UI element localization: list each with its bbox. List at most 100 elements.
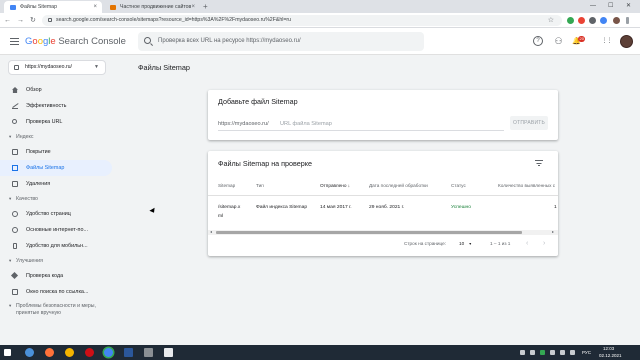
column-header-last-read[interactable]: Дата последней обработки bbox=[369, 182, 428, 190]
cell-submitted: 14 мая 2017 г. bbox=[320, 205, 352, 210]
extension-icon[interactable] bbox=[578, 17, 585, 24]
rows-per-page-select[interactable]: 10 ▼ bbox=[459, 240, 472, 248]
sitemap-url-field[interactable]: https://mydaoseo.ru/ URL файла Sitemap bbox=[218, 117, 504, 131]
next-page-button[interactable]: › bbox=[543, 240, 545, 247]
network-icon[interactable] bbox=[560, 350, 565, 355]
tray-icon[interactable] bbox=[530, 350, 535, 355]
sort-arrow-icon: ↓ bbox=[347, 183, 351, 188]
sitemap-icon bbox=[12, 165, 18, 171]
clock-date[interactable]: 02.12.2021 bbox=[599, 353, 622, 359]
divider bbox=[208, 195, 558, 196]
avatar[interactable] bbox=[620, 35, 633, 48]
windows-start-icon[interactable] bbox=[4, 349, 11, 356]
add-sitemap-title: Добавьте файл Sitemap bbox=[218, 97, 298, 106]
reload-button[interactable]: ↻ bbox=[30, 15, 36, 26]
cell-sitemap: /sitemap.x bbox=[218, 205, 241, 210]
input-language[interactable]: РУС bbox=[582, 345, 591, 360]
caret-down-icon: ▼ bbox=[94, 64, 99, 70]
cell-sitemap-cont: ml bbox=[218, 214, 224, 219]
sidebar-item-sitelinks-searchbox[interactable]: Окно поиска по ссылка... bbox=[0, 284, 112, 300]
back-button[interactable]: ← bbox=[4, 15, 11, 26]
sidebar-item-removals[interactable]: Удаления bbox=[0, 176, 112, 192]
chrome-icon[interactable] bbox=[104, 348, 113, 357]
maximize-button[interactable]: ☐ bbox=[608, 0, 613, 12]
search-console-logo[interactable]: Google Search Console bbox=[25, 35, 126, 48]
url-inspection-search[interactable]: Проверка всех URL на ресурсе https://myd… bbox=[138, 32, 424, 51]
firefox-icon[interactable] bbox=[45, 348, 54, 357]
sidebar-section-index[interactable]: ▾ Индекс bbox=[0, 130, 112, 144]
tray-icon[interactable] bbox=[520, 350, 525, 355]
column-header-submitted[interactable]: Отправлено ↓ bbox=[320, 182, 350, 190]
close-tab-icon[interactable]: × bbox=[93, 1, 97, 13]
sidebar-item-overview[interactable]: Обзор bbox=[0, 82, 112, 98]
app-icon[interactable] bbox=[164, 348, 173, 357]
close-tab-icon[interactable]: × bbox=[191, 1, 195, 13]
sidebar-section-security[interactable]: ▾ Проблемы безопасности и меры, принятые… bbox=[0, 300, 112, 320]
sidebar-item-core-web-vitals[interactable]: Основные интернет-по... bbox=[0, 222, 112, 238]
tab-seo[interactable]: Частное продвижение сайтов × bbox=[104, 1, 200, 13]
caret-down-icon: ▾ bbox=[9, 134, 12, 139]
site-favicon-icon bbox=[110, 4, 116, 10]
gsc-favicon-icon bbox=[10, 4, 16, 10]
opera-icon[interactable] bbox=[85, 348, 94, 357]
help-icon[interactable]: ? bbox=[533, 36, 543, 46]
yandex-icon[interactable] bbox=[65, 348, 74, 357]
sidebar-item-performance[interactable]: Эффективность bbox=[0, 98, 112, 114]
url-text[interactable]: search.google.com/search-console/sitemap… bbox=[56, 15, 536, 26]
tab-label: Частное продвижение сайтов bbox=[120, 4, 192, 10]
tray-icon[interactable] bbox=[540, 350, 545, 355]
column-header-sitemap[interactable]: Sitemap bbox=[218, 182, 235, 190]
tab-sitemaps[interactable]: Файлы Sitemap × bbox=[4, 1, 102, 13]
column-header-type[interactable]: Тип bbox=[256, 182, 264, 190]
minimize-button[interactable]: — bbox=[590, 0, 596, 12]
caret-down-icon: ▾ bbox=[9, 258, 12, 263]
close-window-button[interactable]: ✕ bbox=[626, 0, 631, 12]
previous-page-button[interactable]: ‹ bbox=[526, 240, 528, 247]
extension-icon[interactable] bbox=[589, 17, 596, 24]
sitemap-url-prefix: https://mydaoseo.ru/ bbox=[218, 121, 269, 127]
speed-icon bbox=[12, 227, 18, 233]
app-icon[interactable] bbox=[144, 348, 153, 357]
submit-button[interactable]: ОТПРАВИТЬ bbox=[510, 116, 548, 130]
forward-button[interactable]: → bbox=[17, 15, 24, 26]
extension-icon[interactable] bbox=[567, 17, 574, 24]
filter-icon[interactable] bbox=[535, 160, 543, 166]
sidebar-item-mobile-usability[interactable]: Удобство для мобильн... bbox=[0, 238, 112, 254]
users-icon[interactable]: ⚇ bbox=[553, 36, 564, 47]
word-icon[interactable] bbox=[124, 348, 133, 357]
file-icon bbox=[12, 149, 18, 155]
cell-type: Файл индекса Sitemap bbox=[256, 205, 308, 210]
cell-status: Успешно bbox=[451, 205, 471, 210]
omnibox[interactable]: search.google.com/search-console/sitemap… bbox=[42, 15, 562, 26]
submitted-sitemaps-title: Файлы Sitemap на проверке bbox=[218, 159, 313, 168]
sidebar-section-enhancements[interactable]: ▾ Улучшения bbox=[0, 254, 112, 268]
scrollbar-thumb[interactable] bbox=[216, 231, 522, 234]
sidebar-section-quality[interactable]: ▾ Качество bbox=[0, 192, 112, 206]
search-icon bbox=[144, 37, 151, 44]
app-icon[interactable] bbox=[25, 348, 34, 357]
apps-grid-icon[interactable]: ⋮⋮ bbox=[601, 36, 613, 47]
sidebar-item-coverage[interactable]: Покрытие bbox=[0, 144, 112, 160]
clock-time[interactable]: 12:03 bbox=[603, 346, 614, 352]
property-selector[interactable]: https://mydaoseo.ru/ ▼ bbox=[8, 60, 106, 75]
extension-icon[interactable] bbox=[600, 17, 607, 24]
search-placeholder: Проверка всех URL на ресурсе https://myd… bbox=[158, 38, 301, 44]
sidebar-item-sitemaps[interactable]: Файлы Sitemap bbox=[0, 160, 112, 176]
menu-icon[interactable] bbox=[626, 17, 629, 24]
new-tab-button[interactable]: + bbox=[203, 0, 208, 13]
scroll-left-icon[interactable]: ◂ bbox=[210, 229, 212, 235]
hamburger-menu-icon[interactable] bbox=[10, 38, 19, 45]
bookmark-star-icon[interactable]: ☆ bbox=[548, 15, 554, 26]
column-header-discovered[interactable]: Количество выявленных с bbox=[498, 182, 555, 190]
page-title: Файлы Sitemap bbox=[138, 63, 190, 72]
sidebar-item-url-inspection[interactable]: Проверка URL bbox=[0, 114, 112, 130]
lock-icon bbox=[48, 18, 52, 22]
volume-icon[interactable] bbox=[570, 350, 575, 355]
tray-icon[interactable] bbox=[550, 350, 555, 355]
column-header-status[interactable]: Статус bbox=[451, 182, 466, 190]
submitted-sitemaps-card: Файлы Sitemap на проверке Sitemap Тип От… bbox=[208, 151, 558, 256]
sidebar-item-page-experience[interactable]: Удобство страниц bbox=[0, 206, 112, 222]
scroll-right-icon[interactable]: ▸ bbox=[552, 229, 554, 235]
profile-icon[interactable] bbox=[613, 17, 620, 24]
sidebar-item-code-check[interactable]: Проверка кода bbox=[0, 268, 112, 284]
